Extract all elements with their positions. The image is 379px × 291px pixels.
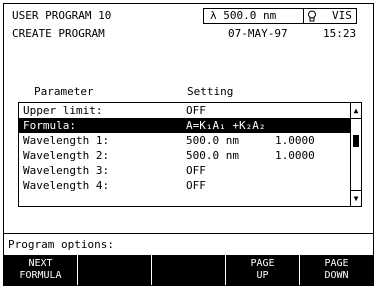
table-row-selected[interactable]: Formula: A=K₁A₁ +K₂A₂ bbox=[19, 118, 350, 133]
softkey-label-line1: NEXT bbox=[28, 258, 53, 269]
time-display: 15:23 bbox=[323, 27, 357, 40]
source-status: VIS bbox=[332, 9, 352, 22]
scroll-up-arrow-icon[interactable]: ▲ bbox=[351, 103, 361, 119]
table-row[interactable]: Wavelength 4: OFF bbox=[19, 178, 350, 193]
page-up-button[interactable]: PAGE UP bbox=[226, 255, 300, 285]
next-formula-button[interactable]: NEXT FORMULA bbox=[4, 255, 78, 285]
scrollbar[interactable]: ▲ ▼ bbox=[350, 103, 361, 206]
lamp-icon bbox=[307, 10, 317, 25]
row-parameter: Wavelength 1: bbox=[23, 134, 110, 147]
row-setting: 500.0 nm bbox=[186, 134, 239, 147]
softkey-label-line1: PAGE bbox=[250, 258, 275, 269]
status-box: λ 500.0 nm VIS bbox=[203, 8, 357, 24]
row-setting: A=K₁A₁ +K₂A₂ bbox=[186, 119, 266, 132]
softkey-bar: NEXT FORMULA PAGE UP PAGE DOWN bbox=[4, 255, 373, 285]
scroll-down-arrow-icon[interactable]: ▼ bbox=[351, 190, 361, 206]
row-extra: 1.0000 bbox=[275, 134, 315, 147]
column-header-parameter: Parameter bbox=[34, 85, 94, 98]
status-divider bbox=[303, 9, 304, 23]
program-title: USER PROGRAM 10 bbox=[12, 9, 112, 22]
column-header-setting: Setting bbox=[187, 85, 234, 98]
date-display: 07-MAY-97 bbox=[228, 27, 288, 40]
parameter-table: Upper limit: OFF Formula: A=K₁A₁ +K₂A₂ W… bbox=[18, 102, 362, 207]
row-setting: OFF bbox=[186, 179, 206, 192]
wavelength-status: λ 500.0 nm bbox=[210, 9, 277, 22]
softkey-label-line2: FORMULA bbox=[19, 270, 62, 281]
row-parameter: Formula: bbox=[23, 119, 76, 132]
softkey-label-line2: UP bbox=[256, 270, 269, 281]
row-setting: OFF bbox=[186, 104, 206, 117]
prompt-divider bbox=[3, 233, 374, 234]
table-row[interactable]: Wavelength 1: 500.0 nm 1.0000 bbox=[19, 133, 350, 148]
row-setting: 500.0 nm bbox=[186, 149, 239, 162]
table-row[interactable]: Wavelength 2: 500.0 nm 1.0000 bbox=[19, 148, 350, 163]
table-row[interactable]: Upper limit: OFF bbox=[19, 103, 350, 118]
table-row[interactable]: Wavelength 3: OFF bbox=[19, 163, 350, 178]
softkey-3[interactable] bbox=[152, 255, 226, 285]
prompt-text: Program options: bbox=[8, 238, 114, 251]
row-parameter: Wavelength 3: bbox=[23, 164, 110, 177]
row-parameter: Wavelength 4: bbox=[23, 179, 110, 192]
page-down-button[interactable]: PAGE DOWN bbox=[300, 255, 373, 285]
softkey-label-line1: PAGE bbox=[324, 258, 349, 269]
softkey-2[interactable] bbox=[78, 255, 152, 285]
row-extra: 1.0000 bbox=[275, 149, 315, 162]
row-setting: OFF bbox=[186, 164, 206, 177]
mode-title: CREATE PROGRAM bbox=[12, 27, 105, 40]
row-parameter: Wavelength 2: bbox=[23, 149, 110, 162]
row-parameter: Upper limit: bbox=[23, 104, 103, 117]
scroll-thumb[interactable] bbox=[353, 135, 359, 147]
softkey-label-line2: DOWN bbox=[324, 270, 349, 281]
